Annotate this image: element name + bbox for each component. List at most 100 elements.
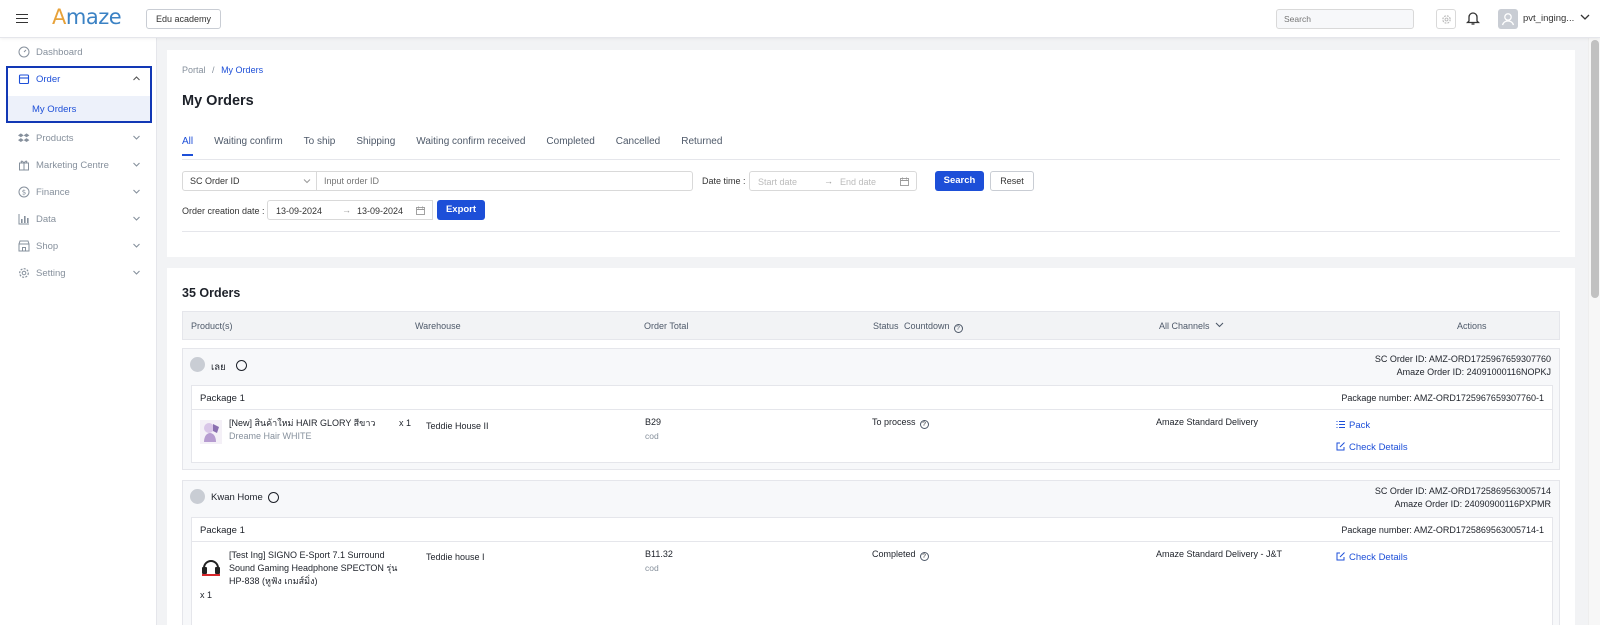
package-title: Package 1 [200,393,245,404]
menu-toggle-icon[interactable] [16,11,28,25]
orders-card: 35 Orders Product(s) Warehouse Order Tot… [167,268,1575,625]
sidebar-item-data[interactable]: Data [0,209,157,229]
orders-count: 35 Orders [182,286,241,300]
order-status-tabs: All Waiting confirm To ship Shipping Wai… [182,136,743,156]
order-status: To process? [872,417,929,429]
page-scrollbar[interactable] [1588,38,1600,625]
calendar-icon [416,206,425,215]
header-search-input[interactable] [1276,9,1414,29]
user-avatar[interactable] [1498,9,1518,29]
order-row: Kwan Home SC Order ID: AMZ-ORD1725869563… [182,480,1560,625]
edit-icon [1336,552,1345,561]
end-date-placeholder: End date [840,177,877,187]
marketing-icon [18,159,30,171]
sidebar-item-shop[interactable]: Shop [0,236,157,256]
sidebar-subitem-my-orders[interactable]: My Orders [8,96,150,122]
gear-icon [18,267,30,279]
check-details-button[interactable]: Check Details [1336,442,1408,453]
shop-icon [18,240,30,252]
warehouse: Teddie house I [426,552,485,562]
tab-returned[interactable]: Returned [681,136,722,156]
sc-order-id: SC Order ID: AMZ-ORD1725967659307760 [1374,354,1551,364]
shop-name[interactable]: Kwan Home [211,492,263,503]
orders-table-header: Product(s) Warehouse Order Total Status … [182,311,1560,340]
chevron-down-icon [132,133,141,142]
payment-method: cod [645,563,659,573]
sidebar-item-label: Products [36,132,74,144]
check-details-button[interactable]: Check Details [1336,552,1408,563]
order-total: B29 [645,417,662,427]
amaze-logo[interactable]: Amaze [52,5,122,29]
help-icon[interactable]: ? [919,552,929,561]
column-warehouse: Warehouse [415,321,461,331]
tab-waiting-confirm-received[interactable]: Waiting confirm received [416,136,525,156]
amaze-order-id: Amaze Order ID: 24091000116NOPKJ [1396,367,1551,377]
tab-to-ship[interactable]: To ship [304,136,336,156]
start-date-placeholder: Start date [758,177,798,187]
breadcrumb-portal[interactable]: Portal [182,65,206,75]
sidebar: Dashboard Order My Orders Products Marke… [0,38,157,625]
chevron-down-icon [1215,322,1224,328]
product-name[interactable]: [New] สินค้าใหม่ HAIR GLORY สีขาว Dreame… [229,417,409,443]
export-button[interactable]: Export [437,200,485,220]
sidebar-item-dashboard[interactable]: Dashboard [0,42,157,62]
date-time-range-picker[interactable]: Start date → End date [749,171,917,191]
shop-name[interactable]: เลย [211,360,226,375]
chat-icon[interactable] [236,360,247,371]
product-image[interactable] [200,554,222,578]
sidebar-item-label: Dashboard [36,46,83,58]
tab-all[interactable]: All [182,136,194,156]
order-icon [18,73,30,85]
product-variant: Dreame Hair WHITE [229,431,312,441]
organization-button[interactable]: Edu academy [146,9,222,29]
sidebar-item-setting[interactable]: Setting [0,263,157,283]
creation-start-date: 13-09-2024 [276,206,323,216]
sidebar-item-label: Order [36,73,61,85]
order-row: เลย SC Order ID: AMZ-ORD1725967659307760… [182,348,1560,470]
finance-icon: $ [18,186,30,198]
order-id-type-select[interactable]: SC Order ID [182,171,317,191]
sidebar-item-finance[interactable]: $ Finance [0,182,157,202]
help-icon[interactable]: ? [953,324,963,333]
delivery-channel: Amaze Standard Delivery - J&T [1156,549,1283,559]
page-title: My Orders [182,93,254,109]
column-actions: Actions [1457,321,1487,331]
sidebar-item-marketing-centre[interactable]: Marketing Centre [0,155,157,175]
tab-shipping[interactable]: Shipping [356,136,395,156]
channels-filter[interactable]: All Channels [1159,321,1224,331]
filter-card: Portal / My Orders My Orders All Waiting… [167,50,1575,257]
chat-icon[interactable] [268,492,279,503]
sc-order-id: SC Order ID: AMZ-ORD1725869563005714 [1374,486,1551,496]
pack-button[interactable]: Pack [1336,420,1370,431]
package-block: Package 1 Package number: AMZ-ORD1725869… [191,517,1553,625]
sidebar-item-order[interactable]: Order [0,69,157,89]
order-id-input[interactable] [317,171,693,191]
breadcrumb: Portal / My Orders [182,65,264,75]
reset-button[interactable]: Reset [990,171,1034,191]
svg-text:$: $ [22,189,26,197]
help-icon[interactable]: ? [919,420,929,429]
chevron-down-icon [303,177,311,185]
breadcrumb-current[interactable]: My Orders [221,65,263,75]
scrollbar-thumb[interactable] [1591,40,1599,298]
sidebar-item-products[interactable]: Products [0,128,157,148]
search-button[interactable]: Search [935,171,984,191]
settings-gear-icon[interactable] [1436,9,1456,29]
user-name[interactable]: pvt_inging... [1523,13,1574,24]
chevron-up-icon [132,74,141,83]
products-icon [18,132,30,144]
amaze-order-id: Amaze Order ID: 24090900116PXPMR [1394,499,1551,509]
tab-cancelled[interactable]: Cancelled [616,136,660,156]
chevron-down-icon[interactable] [1580,12,1590,22]
bell-icon[interactable] [1465,10,1482,28]
tab-waiting-confirm[interactable]: Waiting confirm [214,136,283,156]
tab-completed[interactable]: Completed [546,136,594,156]
package-number: Package number: AMZ-ORD1725869563005714-… [1341,525,1544,535]
product-image[interactable] [200,420,222,444]
product-name[interactable]: [Test Ing] SIGNO E-Sport 7.1 Surround So… [229,549,409,588]
sidebar-item-label: Marketing Centre [36,159,109,171]
creation-date-range-picker[interactable]: 13-09-2024 → 13-09-2024 [267,200,433,220]
calendar-icon [900,177,909,186]
sidebar-item-label: Finance [36,186,70,198]
date-time-label: Date time : [702,176,746,186]
